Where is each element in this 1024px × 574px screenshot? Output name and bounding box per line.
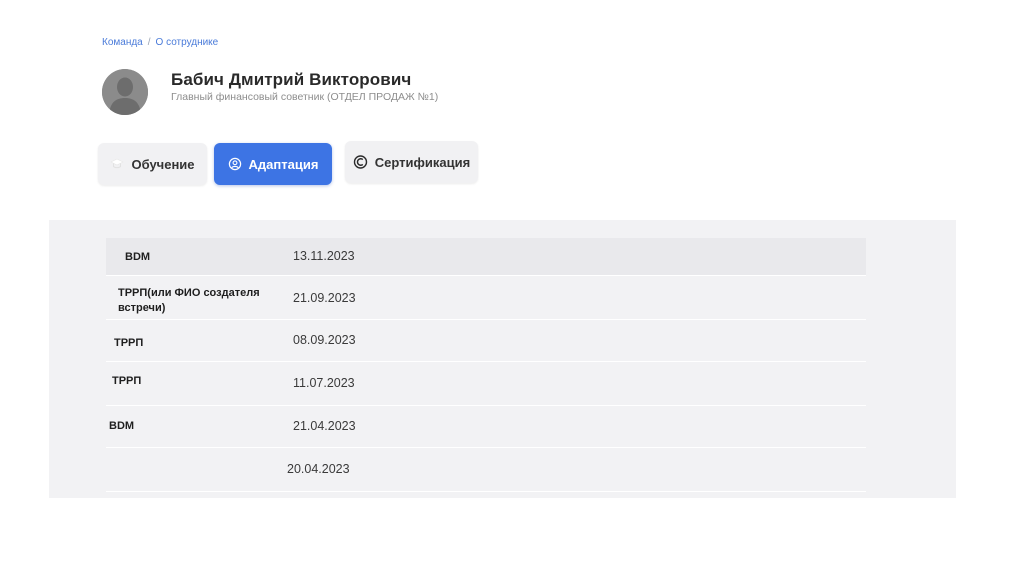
table-row: ТРРП 08.09.2023 (106, 320, 866, 362)
meeting-date: 20.04.2023 (287, 462, 350, 476)
table-row: BDM 21.04.2023 (106, 406, 866, 448)
tab-certification-label: Сертификация (374, 154, 471, 170)
table-row: ТРРП(или ФИО создателя встречи) 21.09.20… (106, 276, 866, 320)
meeting-date: 11.07.2023 (293, 376, 355, 390)
meeting-type: ТРРП(или ФИО создателя встречи) (118, 287, 260, 314)
adaptation-table: BDM 13.11.2023 ТРРП(или ФИО создателя вс… (49, 220, 956, 498)
certificate-icon (353, 155, 368, 169)
breadcrumb-separator: / (147, 37, 151, 48)
employee-position: Главный финансовый советник (ОТДЕЛ ПРОДА… (171, 91, 439, 103)
breadcrumb-team-link[interactable]: Команда (102, 37, 143, 48)
meeting-date: 21.09.2023 (293, 291, 356, 305)
tab-learning-label: Обучение (131, 156, 195, 172)
tab-adaptation[interactable]: Адаптация (214, 143, 332, 185)
avatar (102, 69, 148, 115)
meeting-type: ТРРП (114, 337, 144, 349)
meeting-date: 13.11.2023 (293, 249, 355, 263)
meeting-type: ТРРП (112, 375, 142, 387)
user-circle-icon (228, 157, 242, 171)
employee-name: Бабич Дмитрий Викторович (171, 70, 412, 89)
user-silhouette-icon (102, 69, 148, 115)
breadcrumb: Команда / О сотруднике (102, 37, 218, 48)
breadcrumb-employee-link[interactable]: О сотруднике (156, 37, 219, 48)
meeting-type: BDM (125, 251, 151, 263)
graduation-cap-icon (110, 158, 125, 170)
table-row: 20.04.2023 (106, 448, 866, 492)
tab-adaptation-label: Адаптация (248, 156, 319, 172)
tab-certification[interactable]: Сертификация (345, 141, 478, 183)
meeting-type: BDM (109, 420, 135, 432)
table-row: BDM 13.11.2023 (106, 238, 866, 276)
meeting-date: 08.09.2023 (293, 333, 356, 347)
table-row: ТРРП 11.07.2023 (106, 362, 866, 406)
meeting-date: 21.04.2023 (293, 419, 356, 433)
tab-learning[interactable]: Обучение (98, 143, 207, 185)
